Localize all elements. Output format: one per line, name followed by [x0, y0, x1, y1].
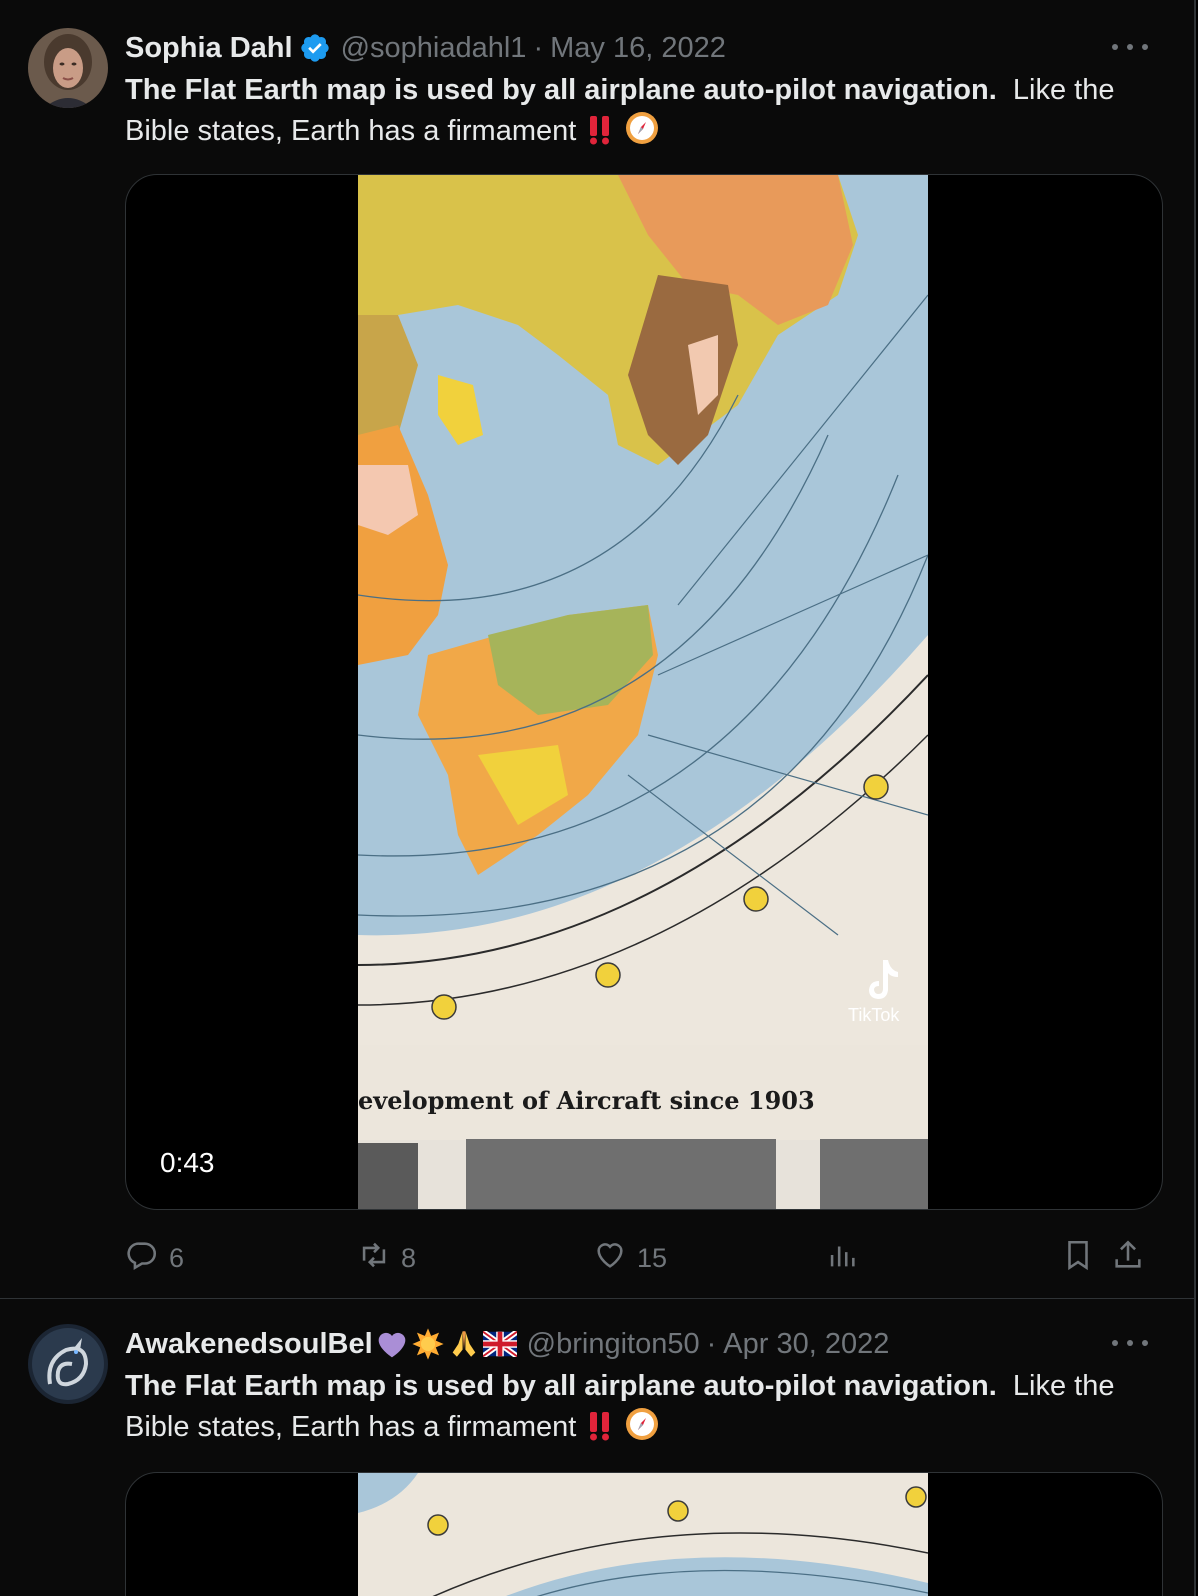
map-caption: evelopment of Aircraft since 1903 [358, 1086, 815, 1115]
tweet-text: The Flat Earth map is used by all airpla… [125, 1366, 1135, 1453]
author-handle[interactable]: @sophiadahl1 [341, 32, 527, 65]
reply-icon [125, 1238, 159, 1279]
views-button[interactable] [825, 1238, 859, 1278]
double-exclamation-icon [586, 1410, 614, 1453]
retweet-button[interactable]: 8 [357, 1238, 416, 1278]
more-icon[interactable] [1112, 1328, 1148, 1358]
compass-icon [624, 1406, 660, 1453]
double-exclamation-icon [586, 114, 614, 157]
tweet-divider [0, 1298, 1194, 1299]
avatar-image [28, 28, 108, 108]
purple-heart-icon [375, 1327, 409, 1361]
sun-icon [411, 1327, 445, 1361]
tweet-text-bold: The Flat Earth map is used by all airpla… [125, 1370, 997, 1402]
views-icon [825, 1238, 859, 1279]
avatar[interactable] [28, 1324, 108, 1404]
retweet-icon [357, 1238, 391, 1279]
separator: · [706, 1327, 717, 1360]
avatar-image [28, 1324, 108, 1404]
like-button[interactable]: 15 [593, 1238, 667, 1278]
like-count: 15 [637, 1242, 668, 1273]
bookmark-icon [1061, 1238, 1095, 1279]
verified-badge-icon [299, 32, 331, 64]
reply-button[interactable]: 6 [125, 1238, 184, 1278]
tweet-text: The Flat Earth map is used by all airpla… [125, 70, 1135, 157]
uk-flag-icon [482, 1327, 517, 1361]
video-player[interactable] [125, 1472, 1163, 1596]
tiktok-label: TikTok [848, 1005, 900, 1025]
tweet-header: Sophia Dahl @sophiadahl1 · May 16, 2022 [125, 28, 726, 68]
separator: · [533, 31, 544, 64]
heart-icon [593, 1238, 627, 1279]
retweet-count: 8 [401, 1242, 417, 1273]
flat-earth-map-image [358, 1473, 928, 1596]
author-name[interactable]: AwakenedsoulBel [125, 1328, 373, 1361]
share-button[interactable] [1111, 1238, 1145, 1278]
author-handle[interactable]: @bringiton50 [527, 1328, 700, 1361]
more-icon[interactable] [1112, 32, 1148, 62]
video-frame[interactable]: evelopment of Aircraft since 1903 TikTok [358, 175, 928, 1209]
reply-count: 6 [169, 1242, 185, 1273]
timeline-column: Sophia Dahl @sophiadahl1 · May 16, 2022 … [0, 0, 1196, 1596]
tweet-header: AwakenedsoulBel @bringiton50 · Apr 30, 2… [125, 1324, 889, 1364]
folded-hands-icon [447, 1327, 481, 1361]
bookmark-button[interactable] [1061, 1238, 1095, 1278]
avatar[interactable] [28, 28, 108, 108]
author-name[interactable]: Sophia Dahl [125, 32, 293, 65]
tweet-date[interactable]: Apr 30, 2022 [723, 1328, 889, 1361]
tweet[interactable]: AwakenedsoulBel @bringiton50 · Apr 30, 2… [0, 1300, 1194, 1596]
flat-earth-map-image: evelopment of Aircraft since 1903 TikTok [358, 175, 928, 1209]
share-icon [1111, 1238, 1145, 1279]
tweet[interactable]: Sophia Dahl @sophiadahl1 · May 16, 2022 … [0, 0, 1194, 1300]
tweet-text-bold: The Flat Earth map is used by all airpla… [125, 74, 997, 106]
video-player[interactable]: evelopment of Aircraft since 1903 TikTok… [125, 174, 1163, 1210]
video-frame[interactable] [358, 1473, 928, 1596]
video-duration: 0:43 [160, 1147, 215, 1178]
compass-icon [624, 110, 660, 157]
tweet-actions: 6 8 15 [125, 1238, 1165, 1278]
tweet-date[interactable]: May 16, 2022 [550, 32, 726, 65]
